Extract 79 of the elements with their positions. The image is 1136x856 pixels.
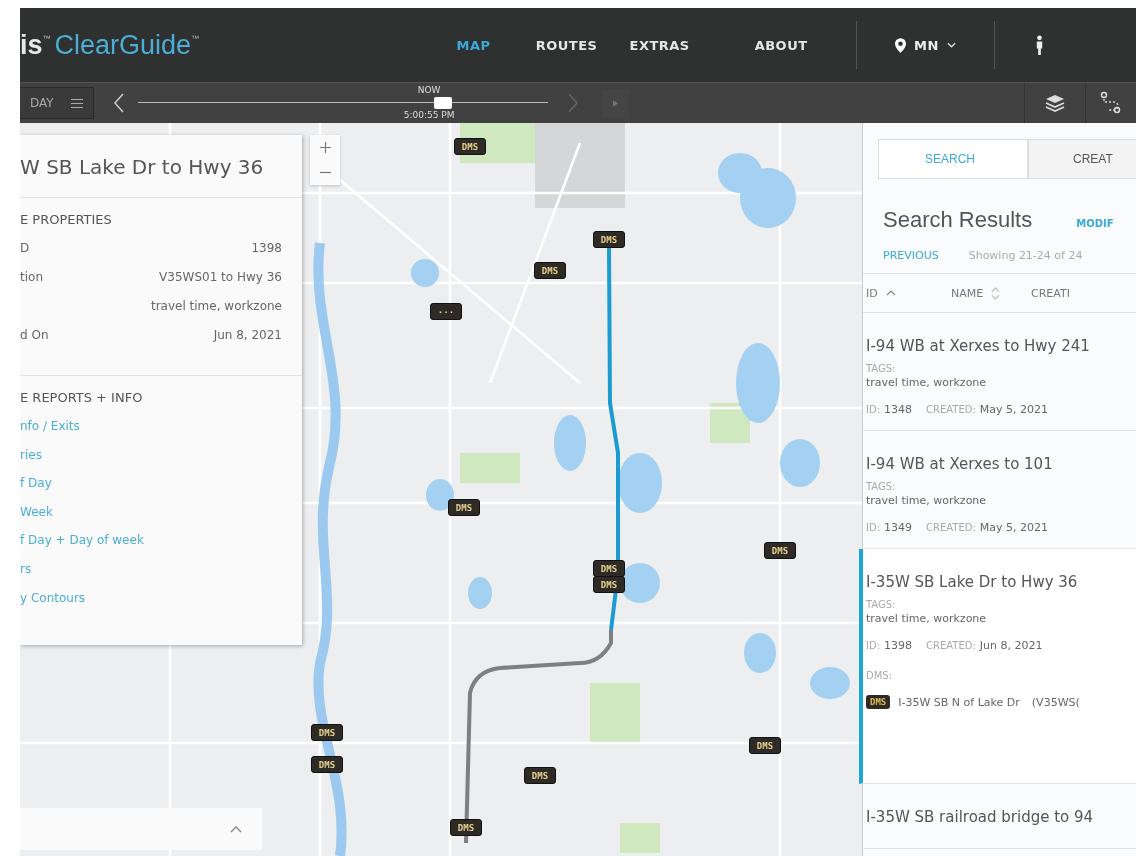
- map-marker[interactable]: DMS: [593, 231, 625, 248]
- created-value: May 5, 2021: [979, 521, 1049, 534]
- tags-value: travel time, workzone: [866, 494, 988, 507]
- region-dropdown[interactable]: MN: [857, 37, 994, 53]
- property-label: D: [20, 241, 30, 257]
- person-icon[interactable]: [1034, 35, 1044, 55]
- created-value: Jun 8, 2021: [979, 639, 1043, 652]
- map-marker[interactable]: DMS: [450, 819, 482, 836]
- route-title: W SB Lake Dr to Hwy 36: [20, 135, 302, 198]
- tags-label: TAGS:: [866, 363, 897, 374]
- layers-icon: [1045, 94, 1065, 112]
- nav-link[interactable]: ROUTES: [520, 37, 614, 53]
- id-label: ID:: [866, 522, 881, 533]
- dms-label: DMS:: [866, 670, 894, 681]
- chevron-left-icon[interactable]: [114, 93, 124, 113]
- map-marker[interactable]: ···: [430, 303, 462, 320]
- section-heading: E REPORTS + INFO: [20, 390, 144, 405]
- app-logo[interactable]: is™ClearGuide™: [20, 29, 200, 61]
- property-value: Jun 8, 2021: [213, 328, 282, 344]
- map-marker[interactable]: DMS: [764, 542, 796, 559]
- map-marker[interactable]: DMS: [749, 737, 781, 754]
- created-label: CREATED:: [926, 522, 976, 533]
- dms-badge: DMS: [866, 695, 891, 709]
- column-header[interactable]: ID: [866, 286, 951, 300]
- created-label: CREATED:: [926, 404, 976, 415]
- id-label: ID:: [866, 404, 881, 415]
- section-heading: E PROPERTIES: [20, 212, 113, 227]
- id-label: ID:: [866, 640, 881, 651]
- result-title: I-94 WB at Xerxes to Hwy 241: [866, 337, 1091, 355]
- map-marker[interactable]: DMS: [593, 576, 625, 593]
- map-marker[interactable]: DMS: [454, 138, 486, 155]
- map-marker[interactable]: DMS: [311, 724, 343, 741]
- sort-ascending-icon[interactable]: [885, 290, 896, 296]
- tags-label: TAGS:: [866, 599, 897, 610]
- timeline-thumb[interactable]: [434, 96, 453, 109]
- chevron-up-icon[interactable]: [230, 825, 242, 833]
- nav-link[interactable]: MAP: [427, 37, 521, 53]
- nav-link[interactable]: ABOUT: [706, 37, 857, 53]
- panel-tab[interactable]: CREAT: [1028, 139, 1136, 179]
- tags-label: TAGS:: [866, 481, 897, 492]
- map-marker[interactable]: DMS: [534, 262, 566, 279]
- result-item[interactable]: I-35W SB Lake Dr to Hwy 36 TAGS: travel time, workzone ID: 1398 CREATED: Jun 8, 2021 DMS: DMS I-35W SB N of Lake Dr (V35WS(: [859, 549, 1136, 784]
- map-marker[interactable]: DMS: [524, 767, 556, 784]
- result-title: I-94 WB at Xerxes to 101: [866, 455, 1054, 473]
- property-value: V35WS01 to Hwy 36: [159, 270, 282, 286]
- current-time: 5:00:55 PM: [403, 109, 455, 120]
- created-value: May 5, 2021: [979, 403, 1049, 416]
- created-label: CREATED:: [926, 640, 976, 651]
- menu-icon: [71, 98, 83, 108]
- property-value: 1398: [251, 241, 282, 257]
- search-results-heading: Search Results: [883, 207, 1033, 233]
- result-title: I-35W SB railroad bridge to 94: [866, 808, 1095, 826]
- id-value: 1398: [884, 639, 913, 652]
- plus-icon: [319, 142, 331, 153]
- location-pin-icon: [895, 37, 907, 53]
- result-title: I-35W SB Lake Dr to Hwy 36: [866, 573, 1079, 591]
- tags-value: travel time, workzone: [866, 376, 988, 389]
- property-value: travel time, workzone: [150, 299, 282, 315]
- id-value: 1348: [884, 403, 913, 416]
- chevron-down-icon: [946, 42, 956, 48]
- play-icon: [613, 99, 618, 107]
- day-mode-button[interactable]: DAY: [20, 87, 94, 119]
- property-label: d On: [20, 328, 49, 344]
- map-marker[interactable]: DMS: [311, 756, 343, 773]
- now-label: NOW: [417, 84, 441, 95]
- route-icon: [1100, 91, 1122, 115]
- column-header[interactable]: NAME: [951, 286, 1031, 300]
- results-count: Showing 21-24 of 24: [968, 249, 1083, 262]
- property-label: tion: [20, 270, 43, 286]
- column-header[interactable]: CREATI: [1031, 286, 1111, 300]
- tags-value: travel time, workzone: [866, 612, 988, 625]
- zoom-in-button[interactable]: [310, 135, 340, 160]
- nav-link[interactable]: EXTRAS: [613, 37, 707, 53]
- result-item[interactable]: I-94 WB at Xerxes to Hwy 241 TAGS: travel time, workzone ID: 1348 CREATED: May 5, 2021: [859, 313, 1136, 431]
- map-marker[interactable]: DMS: [448, 499, 480, 516]
- id-value: 1349: [884, 521, 913, 534]
- dms-name[interactable]: I-35W SB N of Lake Dr: [898, 695, 1020, 709]
- result-item[interactable]: I-35W SB railroad bridge to 94: [859, 784, 1136, 849]
- dms-code: (V35WS(: [1031, 695, 1080, 709]
